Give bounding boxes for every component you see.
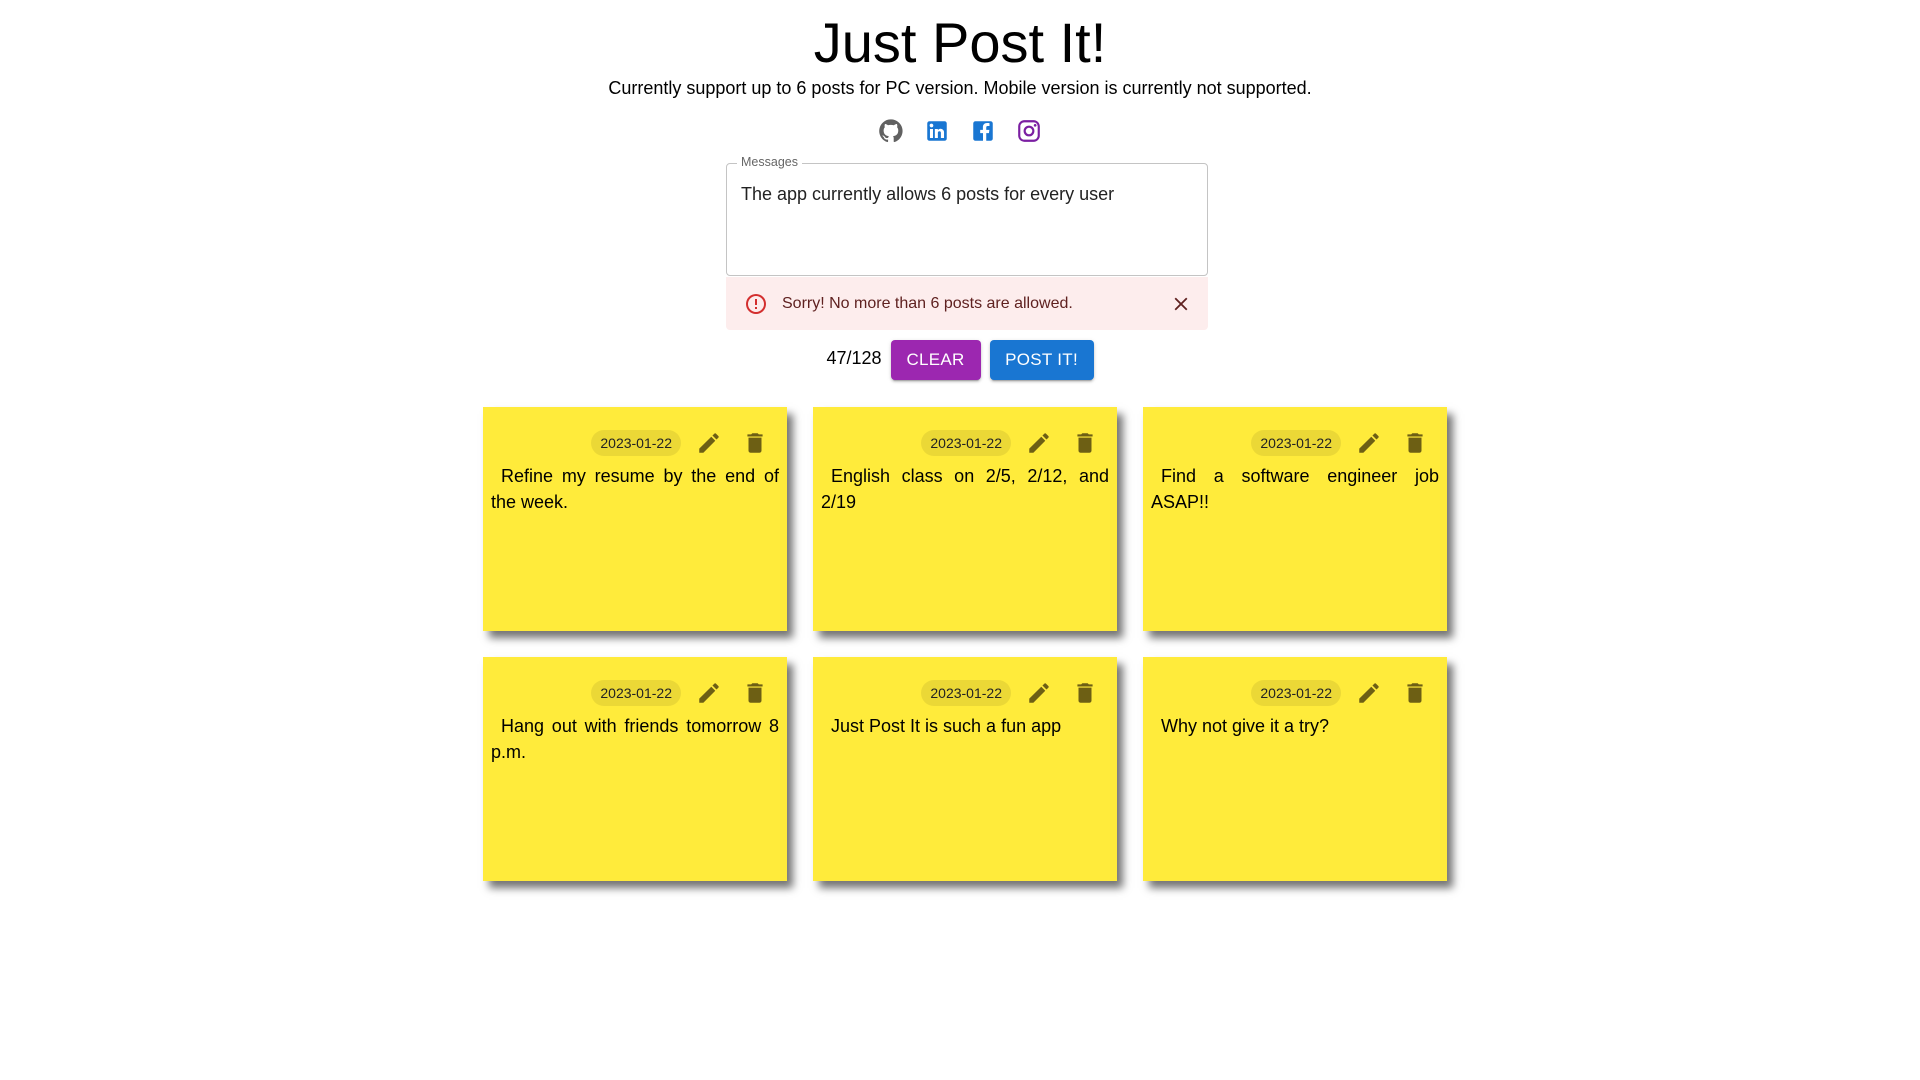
trash-icon bbox=[1407, 433, 1423, 453]
edit-button[interactable] bbox=[1021, 425, 1057, 461]
pencil-icon bbox=[1029, 683, 1049, 703]
edit-button[interactable] bbox=[1351, 675, 1387, 711]
edit-button[interactable] bbox=[1021, 675, 1057, 711]
note-card: 2023-01-22 Hang out with friends tomorro… bbox=[483, 657, 787, 881]
delete-button[interactable] bbox=[1067, 425, 1103, 461]
note-text[interactable]: Just Post It is such a fun app bbox=[821, 713, 1109, 739]
notes-grid: 2023-01-22 Refine my resume by the end o… bbox=[483, 407, 1447, 881]
messages-field[interactable]: Messages The app currently allows 6 post… bbox=[726, 155, 1208, 276]
note-header: 2023-01-22 bbox=[1251, 425, 1433, 461]
note-text[interactable]: English class on 2/5, 2/12, and 2/19 bbox=[821, 463, 1109, 515]
error-outline-icon bbox=[746, 293, 766, 314]
note-header: 2023-01-22 bbox=[1251, 675, 1433, 711]
post-controls: 47/128 CLEAR POST IT! bbox=[0, 340, 1920, 380]
note-date: 2023-01-22 bbox=[921, 430, 1011, 456]
delete-button[interactable] bbox=[1397, 425, 1433, 461]
linkedin-icon bbox=[927, 121, 947, 141]
pencil-icon bbox=[1029, 433, 1049, 453]
post-button[interactable]: POST IT! bbox=[989, 340, 1094, 380]
delete-button[interactable] bbox=[1397, 675, 1433, 711]
delete-button[interactable] bbox=[1067, 675, 1103, 711]
messages-textarea[interactable]: The app currently allows 6 posts for eve… bbox=[741, 184, 1114, 205]
note-card: 2023-01-22 Why not give it a try? bbox=[1143, 657, 1447, 881]
edit-button[interactable] bbox=[1351, 425, 1387, 461]
note-card: 2023-01-22 Refine my resume by the end o… bbox=[483, 407, 787, 631]
facebook-icon bbox=[973, 121, 993, 141]
note-text[interactable]: Refine my resume by the end of the week. bbox=[491, 463, 779, 515]
trash-icon bbox=[1077, 433, 1093, 453]
social-links bbox=[0, 118, 1920, 144]
github-icon bbox=[879, 119, 903, 143]
close-icon bbox=[1174, 297, 1188, 310]
github-link[interactable] bbox=[878, 118, 904, 144]
delete-button[interactable] bbox=[737, 675, 773, 711]
pencil-icon bbox=[699, 683, 719, 703]
note-header: 2023-01-22 bbox=[591, 425, 773, 461]
note-text[interactable]: Find a software engineer job ASAP!! bbox=[1151, 463, 1439, 515]
edit-button[interactable] bbox=[691, 425, 727, 461]
note-header: 2023-01-22 bbox=[921, 425, 1103, 461]
note-date: 2023-01-22 bbox=[1251, 430, 1341, 456]
instagram-link[interactable] bbox=[1016, 118, 1042, 144]
note-card: 2023-01-22 English class on 2/5, 2/12, a… bbox=[813, 407, 1117, 631]
note-card: 2023-01-22 Just Post It is such a fun ap… bbox=[813, 657, 1117, 881]
messages-field-label: Messages bbox=[737, 155, 802, 169]
trash-icon bbox=[1077, 683, 1093, 703]
character-counter: 47/128 bbox=[826, 347, 882, 368]
note-text[interactable]: Hang out with friends tomorrow 8 p.m. bbox=[491, 713, 779, 765]
note-card: 2023-01-22 Find a software engineer job … bbox=[1143, 407, 1447, 631]
facebook-link[interactable] bbox=[970, 118, 996, 144]
edit-button[interactable] bbox=[691, 675, 727, 711]
delete-button[interactable] bbox=[737, 425, 773, 461]
pencil-icon bbox=[699, 433, 719, 453]
trash-icon bbox=[747, 683, 763, 703]
note-date: 2023-01-22 bbox=[1251, 680, 1341, 706]
instagram-icon bbox=[1018, 120, 1040, 142]
alert-close-button[interactable] bbox=[1170, 293, 1192, 315]
clear-button[interactable]: CLEAR bbox=[890, 340, 981, 380]
page-subtitle: Currently support up to 6 posts for PC v… bbox=[608, 78, 1312, 98]
page: Just Post It! Currently support up to 6 … bbox=[0, 0, 1920, 1080]
pencil-icon bbox=[1359, 433, 1379, 453]
linkedin-link[interactable] bbox=[924, 118, 950, 144]
note-date: 2023-01-22 bbox=[921, 680, 1011, 706]
note-header: 2023-01-22 bbox=[591, 675, 773, 711]
trash-icon bbox=[747, 433, 763, 453]
pencil-icon bbox=[1359, 683, 1379, 703]
alert-message: Sorry! No more than 6 posts are allowed. bbox=[782, 294, 1073, 312]
note-date: 2023-01-22 bbox=[591, 680, 681, 706]
note-text[interactable]: Why not give it a try? bbox=[1151, 713, 1439, 739]
note-header: 2023-01-22 bbox=[921, 675, 1103, 711]
trash-icon bbox=[1407, 683, 1423, 703]
note-date: 2023-01-22 bbox=[591, 430, 681, 456]
page-title: Just Post It! bbox=[813, 11, 1107, 74]
error-alert: Sorry! No more than 6 posts are allowed. bbox=[726, 277, 1208, 330]
